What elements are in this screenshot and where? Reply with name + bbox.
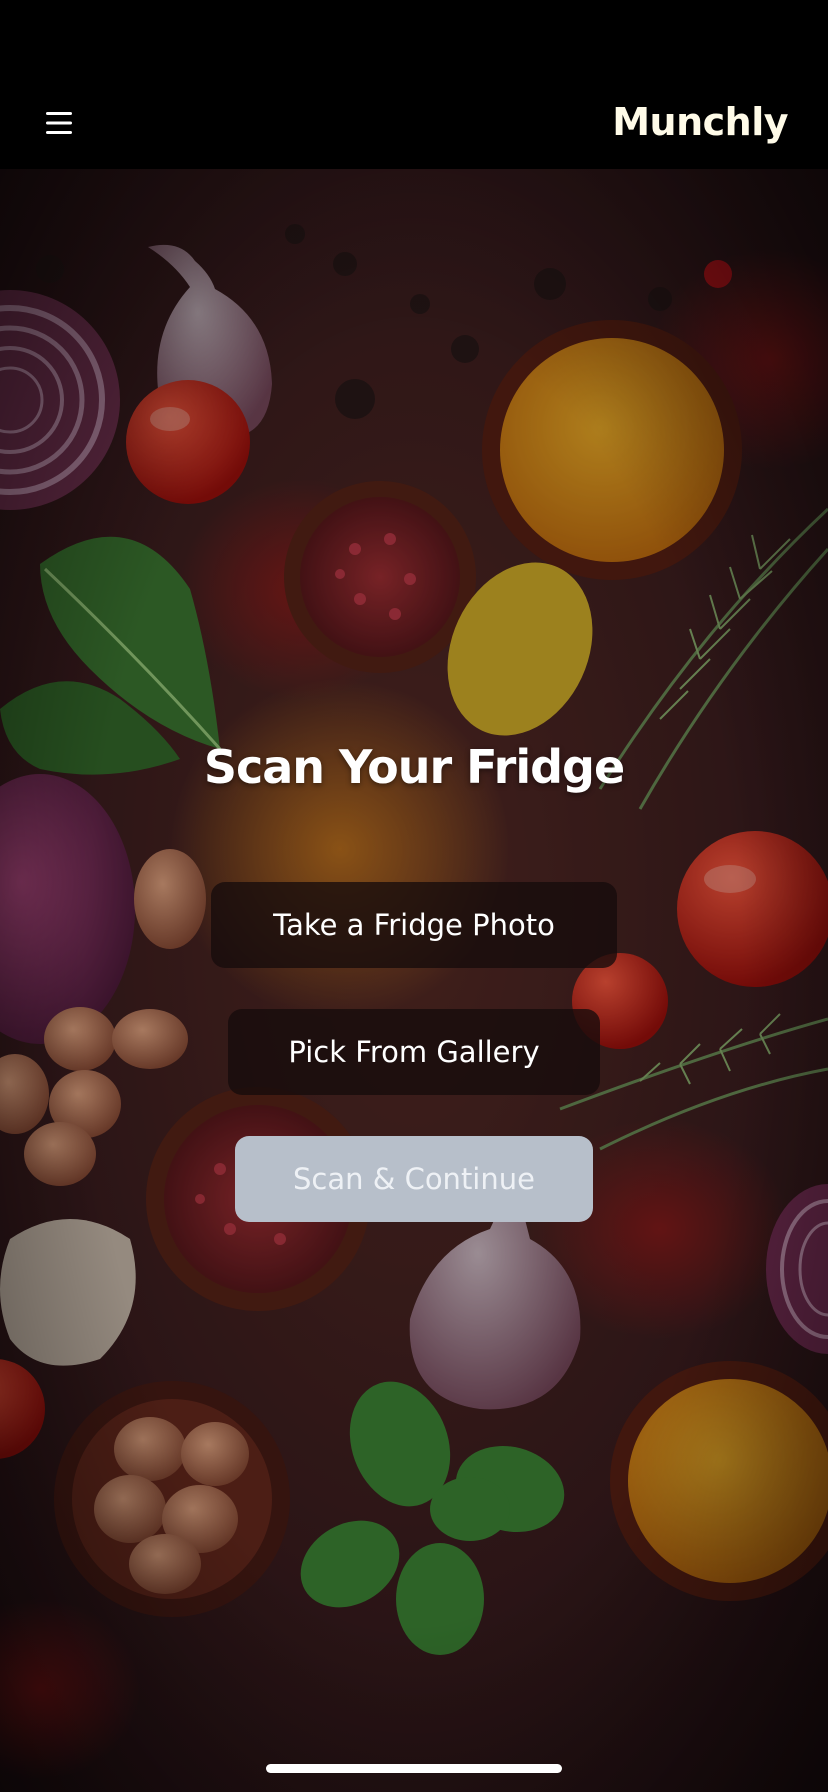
app-bar: Munchly [0, 76, 828, 169]
home-indicator[interactable] [266, 1764, 562, 1773]
scan-continue-button[interactable]: Scan & Continue [235, 1136, 593, 1222]
status-bar [0, 0, 828, 76]
screen: Munchly Scan Your Fridge Take a Fridge P… [0, 0, 828, 1792]
scan-panel: Scan Your Fridge Take a Fridge Photo Pic… [0, 169, 828, 1792]
pick-from-gallery-button[interactable]: Pick From Gallery [228, 1009, 600, 1095]
brand-logo: Munchly [612, 100, 788, 144]
page-title: Scan Your Fridge [203, 740, 625, 794]
hamburger-menu-icon [46, 112, 72, 134]
take-photo-button[interactable]: Take a Fridge Photo [211, 882, 617, 968]
menu-button[interactable] [30, 94, 88, 152]
